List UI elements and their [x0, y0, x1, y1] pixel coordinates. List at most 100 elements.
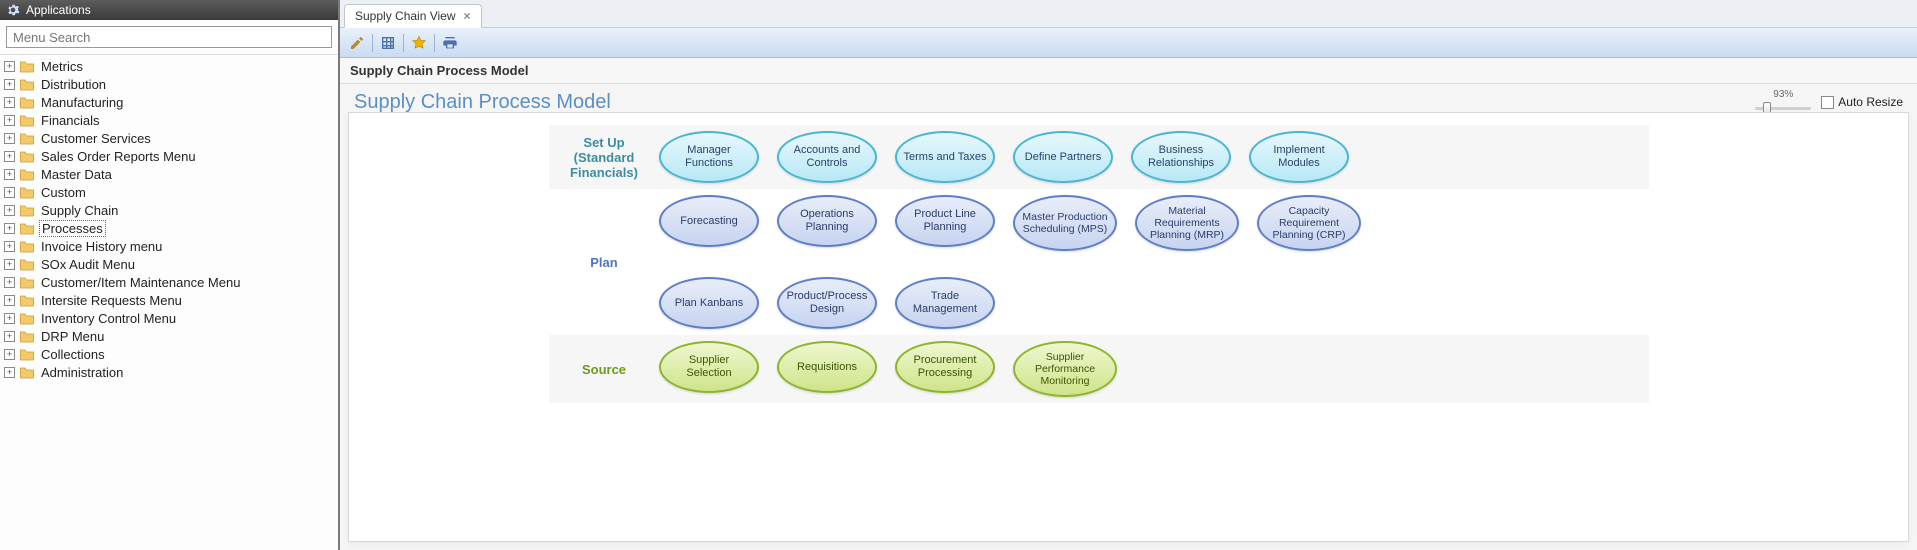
sidebar-item-drp-menu[interactable]: + DRP Menu: [4, 327, 334, 345]
sidebar-item-sales-order-reports-menu[interactable]: + Sales Order Reports Menu: [4, 147, 334, 165]
process-node[interactable]: Implement Modules: [1249, 131, 1349, 183]
sidebar-item-label: Custom: [39, 185, 88, 200]
sidebar-item-manufacturing[interactable]: + Manufacturing: [4, 93, 334, 111]
sidebar-item-intersite-requests-menu[interactable]: + Intersite Requests Menu: [4, 291, 334, 309]
sidebar-item-label: Manufacturing: [39, 95, 125, 110]
close-icon[interactable]: ×: [464, 9, 471, 23]
sidebar-item-financials[interactable]: +Financials: [4, 111, 334, 129]
process-node[interactable]: Accounts and Controls: [777, 131, 877, 183]
expand-icon[interactable]: +: [4, 241, 15, 252]
sidebar-item-supply-chain[interactable]: +Supply Chain: [4, 201, 334, 219]
sidebar-title-bar: Applications: [0, 0, 338, 20]
toolbar-separator: [403, 34, 404, 52]
folder-icon: [19, 257, 35, 271]
folder-icon: [19, 95, 35, 109]
sidebar-item-label: SOx Audit Menu: [39, 257, 137, 272]
folder-icon: [19, 221, 35, 235]
checkbox-icon[interactable]: [1821, 96, 1834, 109]
folder-icon: [19, 185, 35, 199]
nav-tree[interactable]: +Metrics+Distribution+Manufacturing+Fina…: [0, 55, 338, 550]
diagram-row-setup: Set Up(StandardFinancials)Manager Functi…: [549, 125, 1649, 189]
tab-supply-chain-view[interactable]: Supply Chain View ×: [344, 4, 482, 28]
sidebar-item-label: Customer/Item Maintenance Menu: [39, 275, 242, 290]
expand-icon[interactable]: +: [4, 79, 15, 90]
folder-icon: [19, 293, 35, 307]
expand-icon[interactable]: +: [4, 277, 15, 288]
zoom-controls: 93% Auto Resize: [1755, 90, 1903, 114]
expand-icon[interactable]: +: [4, 295, 15, 306]
expand-icon[interactable]: +: [4, 223, 15, 234]
process-node[interactable]: Product/Process Design: [777, 277, 877, 329]
sidebar-item-label: Sales Order Reports Menu: [39, 149, 198, 164]
edit-icon[interactable]: [346, 32, 368, 54]
sidebar-item-collections[interactable]: +Collections: [4, 345, 334, 363]
process-node[interactable]: Product Line Planning: [895, 195, 995, 247]
sidebar-item-sox-audit-menu[interactable]: + SOx Audit Menu: [4, 255, 334, 273]
expand-icon[interactable]: +: [4, 205, 15, 216]
expand-icon[interactable]: +: [4, 187, 15, 198]
process-node[interactable]: Supplier Selection: [659, 341, 759, 393]
process-node[interactable]: Operations Planning: [777, 195, 877, 247]
expand-icon[interactable]: +: [4, 313, 15, 324]
sidebar-search-wrap: [0, 20, 338, 55]
process-node[interactable]: Capacity Requirement Planning (CRP): [1257, 195, 1361, 251]
sidebar-item-customer-services[interactable]: + Customer Services: [4, 129, 334, 147]
folder-icon: [19, 77, 35, 91]
sidebar-item-custom[interactable]: + Custom: [4, 183, 334, 201]
expand-icon[interactable]: +: [4, 61, 15, 72]
process-node[interactable]: Forecasting: [659, 195, 759, 247]
process-node[interactable]: Trade Management: [895, 277, 995, 329]
process-node[interactable]: Procurement Processing: [895, 341, 995, 393]
folder-icon: [19, 239, 35, 253]
expand-icon[interactable]: +: [4, 367, 15, 378]
process-node[interactable]: Supplier Performance Monitoring: [1013, 341, 1117, 397]
sidebar-title: Applications: [26, 3, 91, 17]
process-node[interactable]: Terms and Taxes: [895, 131, 995, 183]
expand-icon[interactable]: +: [4, 133, 15, 144]
expand-icon[interactable]: +: [4, 259, 15, 270]
process-node[interactable]: Manager Functions: [659, 131, 759, 183]
sidebar: Applications +Metrics+Distribution+Manuf…: [0, 0, 340, 550]
breadcrumb-text: Supply Chain Process Model: [350, 63, 528, 78]
sidebar-item-processes[interactable]: + Processes: [4, 219, 334, 237]
sidebar-item-invoice-history-menu[interactable]: +Invoice History menu: [4, 237, 334, 255]
sidebar-item-label: Inventory Control Menu: [39, 311, 178, 326]
folder-icon: [19, 329, 35, 343]
toolbar-separator: [372, 34, 373, 52]
auto-resize-toggle[interactable]: Auto Resize: [1821, 95, 1903, 109]
expand-icon[interactable]: +: [4, 331, 15, 342]
folder-icon: [19, 347, 35, 361]
sidebar-item-label: Customer Services: [39, 131, 153, 146]
process-node[interactable]: Define Partners: [1013, 131, 1113, 183]
folder-icon: [19, 203, 35, 217]
process-node[interactable]: Master Production Scheduling (MPS): [1013, 195, 1117, 251]
sidebar-item-inventory-control-menu[interactable]: + Inventory Control Menu: [4, 309, 334, 327]
sidebar-item-label: DRP Menu: [39, 329, 106, 344]
expand-icon[interactable]: +: [4, 97, 15, 108]
process-node[interactable]: Business Relationships: [1131, 131, 1231, 183]
sidebar-item-customer-item-maintenance-menu[interactable]: + Customer/Item Maintenance Menu: [4, 273, 334, 291]
breadcrumb: Supply Chain Process Model: [340, 58, 1917, 84]
expand-icon[interactable]: +: [4, 115, 15, 126]
print-icon[interactable]: [439, 32, 461, 54]
expand-icon[interactable]: +: [4, 349, 15, 360]
diagram-scroll[interactable]: Set Up(StandardFinancials)Manager Functi…: [340, 112, 1917, 550]
expand-icon[interactable]: +: [4, 169, 15, 180]
process-node[interactable]: Requisitions: [777, 341, 877, 393]
auto-resize-label: Auto Resize: [1838, 95, 1903, 109]
process-node[interactable]: Material Requirements Planning (MRP): [1135, 195, 1239, 251]
sidebar-item-label: Intersite Requests Menu: [39, 293, 184, 308]
sidebar-item-metrics[interactable]: +Metrics: [4, 57, 334, 75]
sidebar-item-administration[interactable]: +Administration: [4, 363, 334, 381]
sidebar-item-master-data[interactable]: +Master Data: [4, 165, 334, 183]
diagram-row-label: Set Up(StandardFinancials): [549, 135, 659, 180]
menu-search-input[interactable]: [6, 26, 332, 48]
star-icon[interactable]: [408, 32, 430, 54]
tabstrip: Supply Chain View ×: [340, 0, 1917, 28]
folder-icon: [19, 311, 35, 325]
expand-icon[interactable]: +: [4, 151, 15, 162]
sidebar-item-distribution[interactable]: +Distribution: [4, 75, 334, 93]
grid-icon[interactable]: [377, 32, 399, 54]
process-node[interactable]: Plan Kanbans: [659, 277, 759, 329]
sidebar-item-label: Processes: [39, 220, 106, 237]
